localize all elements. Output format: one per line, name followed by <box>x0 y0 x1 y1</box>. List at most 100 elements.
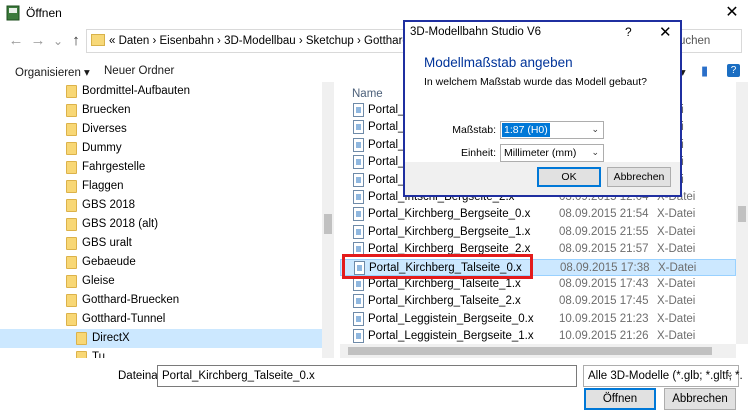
unit-label: Einheit: <box>460 147 496 159</box>
nav-folder-item[interactable]: Bruecken <box>0 101 322 120</box>
dialog-body: Modellmaßstab angeben In welchem Maßstab… <box>405 44 680 162</box>
file-type: X-Datei <box>657 208 696 221</box>
nav-folder-label: Gotthard-Bruecken <box>82 294 180 306</box>
file-icon <box>353 155 364 170</box>
window-title: Öffnen <box>26 6 62 20</box>
recent-locations-icon[interactable]: ⌄ <box>50 33 66 49</box>
file-icon <box>353 277 364 291</box>
file-type: X-Datei <box>657 295 696 308</box>
file-icon <box>353 207 364 222</box>
nav-folder-item[interactable]: Bordmittel-Aufbauten <box>0 82 322 101</box>
nav-folder-label: GBS uralt <box>82 237 132 249</box>
nav-folder-item[interactable]: Gotthard-Bruecken <box>0 291 322 310</box>
dialog-cancel-button[interactable]: Abbrechen <box>607 167 671 187</box>
chevron-down-icon: ⌄ <box>725 369 734 380</box>
file-icon <box>353 311 364 326</box>
navigation-pane[interactable]: Bordmittel-Aufbauten Bruecken Diverses Dumm… <box>0 82 334 358</box>
nav-folder-item[interactable]: GBS uralt <box>0 234 322 253</box>
file-row[interactable]: Portal_Kirchberg_Bergseite_0.x 08.09.2015… <box>340 206 736 223</box>
dialog-close-button[interactable]: ✕ <box>659 23 672 41</box>
file-date: 10.09.2015 21:26 <box>559 330 649 343</box>
dialog-ok-button[interactable]: OK <box>537 167 601 187</box>
file-type: X-Datei <box>657 312 696 325</box>
nav-scrollbar[interactable] <box>322 82 334 358</box>
file-date: 08.09.2015 21:57 <box>559 243 649 256</box>
folder-icon <box>66 85 77 98</box>
nav-folder-label: DirectX <box>92 332 130 344</box>
file-list-scrollbar[interactable] <box>736 82 748 344</box>
file-name: Portal_Kirchberg_Talseite_1.x <box>368 278 521 290</box>
file-row[interactable]: Portal_Kirchberg_Talseite_2.x 08.09.2015 … <box>340 293 736 310</box>
annotation-highlight-box <box>342 254 533 279</box>
nav-folder-item[interactable]: DirectX <box>0 329 322 348</box>
nav-folder-item[interactable]: Fahrgestelle <box>0 158 322 177</box>
nav-folder-item[interactable]: Flaggen <box>0 177 322 196</box>
file-type: X-Datei <box>658 261 697 274</box>
file-date: 08.09.2015 17:38 <box>560 261 650 274</box>
file-icon <box>353 137 364 152</box>
file-list-hscrollbar[interactable] <box>340 344 736 358</box>
window-close-button[interactable]: ✕ <box>718 2 746 24</box>
file-icon <box>353 120 364 135</box>
folder-icon <box>66 104 77 117</box>
filter-value: Alle 3D-Modelle (*.glb; *.gltf; *. <box>588 370 743 382</box>
file-date: 08.09.2015 17:43 <box>559 278 649 290</box>
cancel-button[interactable]: Abbrechen <box>664 388 736 410</box>
folder-icon <box>66 237 77 250</box>
organize-button[interactable]: Organisieren ▾ <box>15 65 90 79</box>
nav-folder-item[interactable]: GBS 2018 (alt) <box>0 215 322 234</box>
folder-icon <box>76 332 87 345</box>
file-row[interactable]: Portal_Leggistein_Bergseite_0.x 10.09.201… <box>340 311 736 328</box>
scale-select[interactable]: 1:87 (H0) ⌄ <box>500 121 604 139</box>
file-date: 08.09.2015 21:54 <box>559 208 649 221</box>
file-icon <box>353 103 364 117</box>
folder-icon <box>91 34 105 46</box>
file-row[interactable]: Portal_Kirchberg_Bergseite_1.x 08.09.2015… <box>340 224 736 241</box>
folder-icon <box>66 199 77 212</box>
new-folder-button[interactable]: Neuer Ordner <box>104 65 174 77</box>
forward-icon[interactable]: → <box>30 33 46 49</box>
file-type: X-Datei <box>657 330 696 343</box>
help-icon[interactable]: ? <box>727 64 740 77</box>
folder-icon <box>66 218 77 231</box>
filename-input[interactable]: Portal_Kirchberg_Talseite_0.x <box>157 365 577 387</box>
folder-icon <box>66 256 77 269</box>
file-name: Portal_Kirchberg_Bergseite_0.x <box>368 208 531 221</box>
chevron-down-icon: ⌄ <box>591 124 599 134</box>
folder-icon <box>76 351 87 358</box>
up-folder-icon[interactable]: ↑ <box>68 33 84 49</box>
folder-icon <box>66 142 77 155</box>
folder-icon <box>66 161 77 174</box>
nav-folder-item[interactable]: Gebaeude <box>0 253 322 272</box>
dialog-title: 3D-Modellbahn Studio V6 <box>410 26 542 38</box>
nav-folder-label: Fahrgestelle <box>82 161 146 173</box>
file-icon <box>353 224 364 239</box>
preview-pane-icon[interactable]: ▮ <box>701 63 708 79</box>
open-button[interactable]: Öffnen <box>584 388 656 410</box>
nav-folder-item[interactable]: Gotthard-Tunnel <box>0 310 322 329</box>
unit-value: Millimeter (mm) <box>504 147 577 159</box>
nav-folder-label: Bordmittel-Aufbauten <box>82 85 191 97</box>
back-icon[interactable]: ← <box>8 33 24 49</box>
dialog-help-button[interactable]: ? <box>625 25 632 39</box>
nav-folder-label: GBS 2018 <box>82 199 136 211</box>
unit-select[interactable]: Millimeter (mm) ⌄ <box>500 144 604 162</box>
file-icon <box>353 172 364 187</box>
folder-icon <box>66 123 77 136</box>
folder-icon <box>66 275 77 288</box>
nav-folder-label: Diverses <box>82 123 127 135</box>
file-name: Portal_Leggistein_Bergseite_1.x <box>368 330 534 343</box>
file-type-filter[interactable]: Alle 3D-Modelle (*.glb; *.gltf; *. ⌄ <box>583 365 743 387</box>
app-icon <box>6 5 20 21</box>
dialog-description: In welchem Maßstab wurde das Modell geba… <box>424 76 647 88</box>
nav-folder-item[interactable]: Dummy <box>0 139 322 158</box>
dialog-title-bar: 3D-Modellbahn Studio V6 ? ✕ <box>405 22 680 44</box>
file-row[interactable]: Portal_Leggistein_Bergseite_1.x 10.09.201… <box>340 328 736 344</box>
nav-folder-item[interactable]: Gleise <box>0 272 322 291</box>
dialog-heading: Modellmaßstab angeben <box>424 55 573 70</box>
breadcrumb[interactable]: « Daten › Eisenbahn › 3D-Modellbau › Ske… <box>109 35 420 47</box>
nav-folder-item[interactable]: Diverses <box>0 120 322 139</box>
nav-folder-item[interactable]: Tu <box>0 348 322 358</box>
nav-folder-item[interactable]: GBS 2018 <box>0 196 322 215</box>
scale-label: Maßstab: <box>452 124 496 136</box>
